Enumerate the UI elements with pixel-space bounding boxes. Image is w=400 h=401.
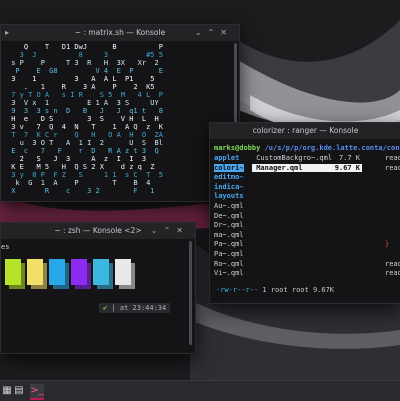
matrix-line: 2 S J 3 A z I I 3 [7, 155, 159, 163]
files-icon[interactable]: ▤ [12, 384, 26, 398]
matrix-line: 3 v 7 Q 4 N T 1 A Q z K [7, 123, 163, 131]
ranger-entry[interactable]: layouts [214, 192, 244, 200]
ranger-path: marks@dobby /u/s/p/p/org.kde.latte.conta… [214, 144, 400, 152]
ranger-preview-line: } [385, 240, 390, 249]
prompt-check-icon: ✔ [103, 304, 108, 312]
ranger-preview-line: read [385, 154, 400, 162]
ranger-entry[interactable]: indica~ [214, 183, 244, 191]
ranger-file-name: Manager.qml [252, 163, 303, 172]
matrix-line: E c 7 F r D R A z t 3 Q [7, 147, 159, 155]
ranger-entry[interactable]: applet [214, 154, 239, 162]
color-swatch [115, 259, 131, 285]
ranger-preview-line: read [385, 269, 400, 278]
ranger-path-dir: /u/s/p/p/org.kde.latte.conta/cont [264, 144, 400, 152]
color-swatch [71, 259, 87, 285]
zsh-prompt-segment: ✔ | at 23:44:34 [99, 303, 171, 313]
matrix-line: 9 3 3 s n D B J J q1 t 8 [7, 107, 163, 115]
ranger-file-row[interactable]: Manager.qml 9.67 K [252, 163, 362, 172]
ranger-preview-line: read [385, 259, 400, 268]
matrix-konsole-window[interactable]: ▸ ~ : matrix.sh — Konsole ⌄⌃✕ Q T D1 DwJ… [0, 24, 240, 202]
matrix-line: Q T D1 DwJ B P [7, 43, 172, 51]
matrix-line: H e D S 3 S V H L H [7, 115, 159, 123]
ranger-entry[interactable]: editmo~ [214, 173, 244, 181]
zsh-window-title: ~ : zsh — Konsole <2> [54, 226, 142, 235]
zsh-left-label: es [1, 243, 10, 251]
ranger-entry[interactable]: Dr~.qml [214, 221, 244, 229]
ranger-window-title: colorizer : ranger — Konsole [252, 126, 359, 135]
matrix-line: 3 J 8 3 #5 5 [7, 51, 163, 59]
matrix-line: 3 y 8 P F Z S 1 1 s C T 5 [7, 171, 163, 179]
ranger-preview-line: read [385, 163, 400, 172]
matrix-scrollbar[interactable] [234, 43, 237, 133]
matrix-terminal-output[interactable]: Q T D1 DwJ B P 3 J 8 3 #5 5 s P P T 3 R … [1, 41, 239, 201]
ranger-status-perms: -rw-r--r-- [216, 286, 259, 294]
color-swatch [5, 259, 21, 285]
zsh-window-controls[interactable]: ⌄⌃✕ [151, 223, 189, 239]
ranger-path-user: marks@dobby [214, 144, 261, 152]
ranger-entry[interactable]: ma~.qml [214, 231, 244, 239]
matrix-line: 3 V x 1 E 1 A 3 S UY [7, 99, 159, 107]
matrix-titlebar[interactable]: ▸ ~ : matrix.sh — Konsole ⌄⌃✕ [1, 25, 239, 41]
prompt-time: at 23:44:34 [119, 304, 167, 312]
ranger-entry[interactable]: Pa~.qml [214, 250, 244, 258]
zsh-titlebar[interactable]: ~ : zsh — Konsole <2> ⌄⌃✕ [1, 223, 195, 239]
matrix-line: u 3 O T A 1 I 2 U S Bl [7, 139, 163, 147]
ranger-entry[interactable]: Au~.qml [214, 202, 244, 210]
ranger-status-info: 1 root root 9.67K [262, 286, 335, 294]
ranger-entry[interactable]: Ro~.qml [214, 260, 244, 268]
matrix-line: X R c 3 2 F 1 [7, 187, 159, 195]
matrix-line: s P P T 3 R H 3X Xr 2 [7, 59, 159, 67]
ranger-file-row[interactable]: CustomBackgro~.qml 7.7 K [252, 154, 362, 162]
matrix-line: k G 1 A P T B 4 [7, 179, 159, 187]
terminal-icon[interactable]: >_ [30, 384, 44, 398]
ranger-file-name: CustomBackgro~.qml [252, 154, 333, 162]
zsh-scrollbar[interactable] [189, 241, 192, 345]
matrix-line: P E G8 V 4 E P E [7, 67, 163, 75]
window-menu-icon[interactable]: ▸ [5, 25, 9, 41]
zsh-konsole-window[interactable]: ~ : zsh — Konsole <2> ⌄⌃✕ es ✔ | at 23:4… [0, 222, 196, 354]
matrix-window-title: ~ : matrix.sh — Konsole [74, 28, 166, 37]
ranger-file-size: 7.7 K [338, 154, 360, 162]
matrix-line: 3 1 3 A A L P1 5 [7, 75, 163, 83]
ranger-titlebar[interactable]: colorizer : ranger — Konsole [210, 123, 400, 139]
ranger-statusbar: -rw-r--r-- 1 root root 9.67K [216, 286, 334, 294]
window-controls[interactable]: ⌄⌃✕ [195, 25, 233, 41]
ranger-entry[interactable]: Pa~.qml [214, 240, 244, 248]
matrix-line: T 7 K C r Q H O A H O ZA [7, 131, 163, 139]
color-swatch [93, 259, 109, 285]
matrix-line: . 1 R 3 A P 2 K5 [7, 83, 163, 91]
matrix-line: 7 y T O A s I R S 5 M 4 L P [7, 91, 163, 99]
taskbar: ▦ ▤ >_ [0, 380, 400, 401]
ranger-entry[interactable]: De~.qml [214, 212, 244, 220]
matrix-line: K E M 5 H Q S 2 X d z q Z [7, 163, 159, 171]
ranger-entry[interactable]: colori~ [214, 163, 244, 172]
color-swatch [49, 259, 65, 285]
color-swatch [27, 259, 43, 285]
ranger-file-size: 9.67 K [334, 163, 360, 172]
ranger-entry[interactable]: Vi~.qml [214, 269, 244, 277]
ranger-konsole-window[interactable]: colorizer : ranger — Konsole marks@dobby… [209, 122, 400, 304]
